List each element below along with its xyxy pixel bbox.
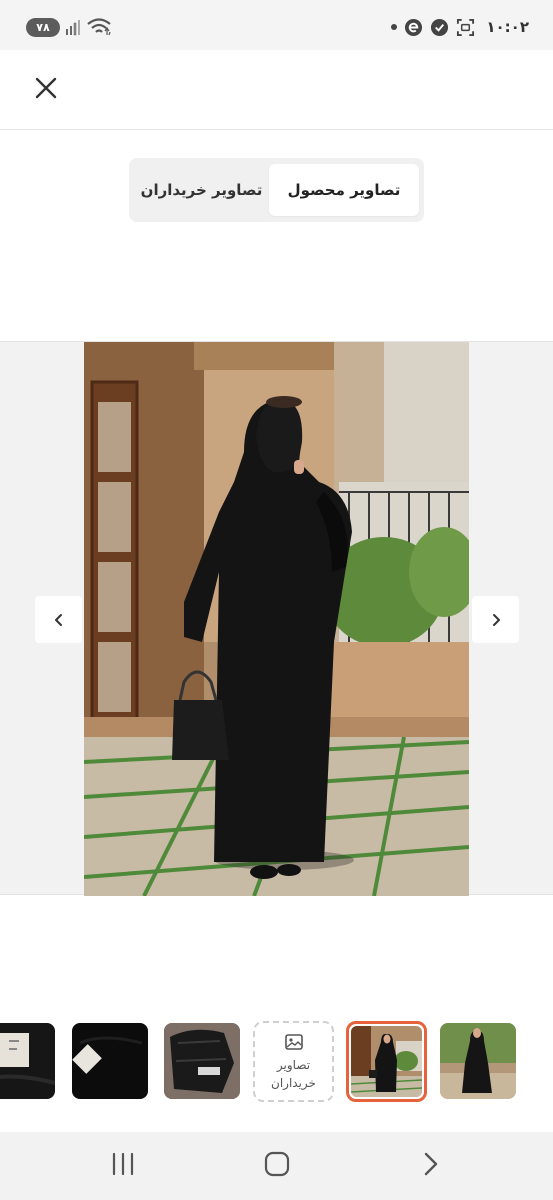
image-source-tabs: تصاویر محصول تصاویر خریداران xyxy=(129,158,424,222)
close-icon[interactable] xyxy=(30,72,62,104)
wifi-icon xyxy=(87,18,111,36)
shield-check-icon xyxy=(431,18,449,36)
tab-product-images[interactable]: تصاویر محصول xyxy=(269,164,419,216)
screenshot-icon xyxy=(457,18,475,36)
status-right: ۱۰:۰۲ xyxy=(391,15,529,39)
signal-icon xyxy=(66,20,80,36)
clock: ۱۰:۰۲ xyxy=(486,18,529,36)
tab-buyer-images[interactable]: تصاویر خریداران xyxy=(134,164,269,216)
header xyxy=(0,50,553,130)
system-navigation-bar xyxy=(0,1132,553,1200)
thumbnail-item[interactable] xyxy=(164,1023,240,1099)
app-e-icon xyxy=(405,18,423,36)
gallery-prev-button[interactable] xyxy=(35,596,82,643)
thumbnail-item-selected[interactable] xyxy=(346,1021,427,1102)
gallery-next-button[interactable] xyxy=(472,596,519,643)
notification-dot-icon xyxy=(391,24,398,30)
tab-product-images-label: تصاویر محصول xyxy=(287,181,401,199)
recent-apps-icon[interactable] xyxy=(105,1149,141,1179)
tab-buyer-images-label: تصاویر خریداران xyxy=(140,181,263,199)
status-bar: ۷۸ ۱۰:۰۲ xyxy=(0,0,553,50)
product-main-image[interactable] xyxy=(84,342,469,896)
battery-indicator: ۷۸ xyxy=(26,18,60,37)
thumbnail-item[interactable] xyxy=(72,1023,148,1099)
buyer-images-tile[interactable]: تصاویر خریداران xyxy=(253,1021,334,1102)
thumbnail-item[interactable] xyxy=(0,1023,55,1099)
chevron-left-icon xyxy=(54,613,62,626)
chevron-right-icon xyxy=(492,613,500,626)
thumbnail-item[interactable] xyxy=(440,1023,516,1099)
buyer-images-label: تصاویر خریداران xyxy=(271,1057,316,1090)
thumbnail-strip: تصاویر خریداران xyxy=(0,1021,553,1103)
battery-level: ۷۸ xyxy=(36,21,50,34)
image-gallery xyxy=(0,341,553,896)
image-icon xyxy=(284,1033,303,1050)
back-icon[interactable] xyxy=(413,1149,449,1179)
home-icon[interactable] xyxy=(259,1149,295,1179)
